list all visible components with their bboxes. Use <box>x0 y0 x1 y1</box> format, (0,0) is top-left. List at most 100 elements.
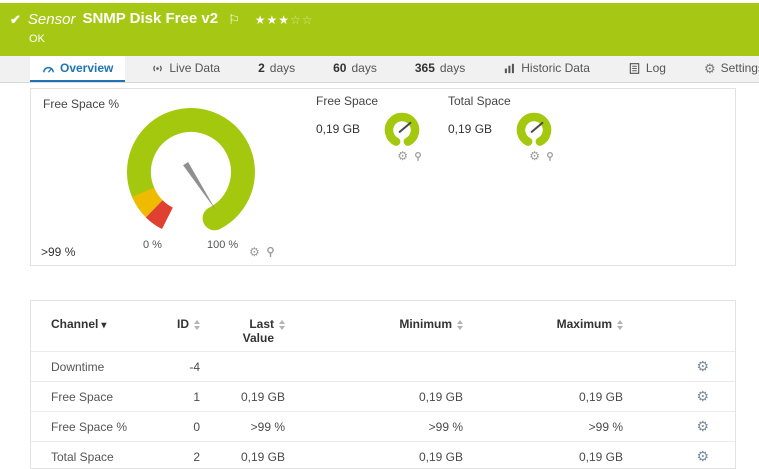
free-space-percent-gauge <box>127 108 255 231</box>
log-icon <box>629 62 640 74</box>
tab-label: Live Data <box>169 61 221 75</box>
maximum-cell: 0,19 GB <box>471 441 631 469</box>
sensor-header: ✔ Sensor SNMP Disk Free v2 ⚐ ★★★☆☆ OK <box>0 3 759 56</box>
channel-id-cell: 0 <box>161 411 208 442</box>
header-label: Minimum <box>399 317 452 331</box>
sort-icon <box>457 320 463 330</box>
tab-overview[interactable]: Overview <box>30 56 126 82</box>
settings-gear-icon: ⚙ <box>703 60 716 76</box>
last-value-cell: >99 % <box>208 411 293 442</box>
channel-id-cell: 2 <box>161 441 208 469</box>
minimum-cell <box>293 351 471 382</box>
column-header-channel[interactable]: Channel ▾ <box>31 301 161 352</box>
tab-settings[interactable]: ⚙ Settings <box>692 56 759 82</box>
sensor-status: OK <box>29 33 45 45</box>
status-ok-check-icon: ✔ <box>10 12 21 27</box>
gauge-needle <box>183 162 217 211</box>
pin-icon[interactable] <box>266 246 275 258</box>
sensor-title-row: ✔ Sensor SNMP Disk Free v2 ⚐ ★★★☆☆ <box>10 11 749 28</box>
prtg-sensor-page: ✔ Sensor SNMP Disk Free v2 ⚐ ★★★☆☆ OK Ov… <box>0 0 759 469</box>
maximum-cell: >99 % <box>471 411 631 442</box>
table-row[interactable]: Free Space 1 0,19 GB 0,19 GB 0,19 GB ⚙ <box>31 381 735 412</box>
priority-star-rating[interactable]: ★★★☆☆ <box>255 14 314 26</box>
overview-gauges-panel: Free Space % 0 % 100 % >99 % ⚙ Free Spac… <box>30 88 736 266</box>
tab-label: days <box>269 61 296 75</box>
total-space-value: 0,19 GB <box>448 122 493 136</box>
overview-gauge-icon <box>43 66 54 73</box>
channel-settings-gear-icon[interactable]: ⚙ <box>696 448 709 464</box>
tab-2-days[interactable]: 2 days <box>246 56 307 82</box>
gear-icon[interactable]: ⚙ <box>249 246 260 258</box>
live-data-icon <box>153 64 163 72</box>
channel-id-cell: 1 <box>161 381 208 412</box>
table-row[interactable]: Free Space % 0 >99 % >99 % >99 % ⚙ <box>31 411 735 442</box>
header-label: Last Value <box>242 317 274 345</box>
last-value-cell: 0,19 GB <box>208 381 293 412</box>
channel-settings-gear-icon[interactable]: ⚙ <box>696 388 709 404</box>
tab-label: Settings <box>720 61 759 75</box>
sort-icon <box>279 320 285 330</box>
channels-table: Channel▾ ID Last Value Minimum Maximum <box>31 301 735 469</box>
primary-gauge-controls: ⚙ <box>249 246 275 258</box>
total-space-gauge <box>516 112 552 146</box>
free-space-gauge <box>384 112 420 146</box>
tab-live-data[interactable]: Live Data <box>139 56 232 82</box>
flag-icon[interactable]: ⚐ <box>228 13 240 26</box>
gear-icon[interactable]: ⚙ <box>529 150 540 162</box>
total-space-gauge-controls: ⚙ <box>529 150 554 162</box>
free-space-gauge-controls: ⚙ <box>397 150 422 162</box>
tab-label: Log <box>645 61 666 75</box>
dropdown-caret-icon: ▾ <box>101 320 107 331</box>
pin-icon[interactable] <box>414 151 422 162</box>
sensor-title: SNMP Disk Free v2 <box>82 10 219 28</box>
channel-id-cell: -4 <box>161 351 208 382</box>
free-space-value: 0,19 GB <box>316 122 361 136</box>
tab-365-days[interactable]: 365 days <box>403 56 477 82</box>
gauge-scale-max: 100 % <box>207 239 239 251</box>
tab-number: 60 <box>333 61 347 75</box>
tab-60-days[interactable]: 60 days <box>321 56 389 82</box>
tab-historic-data[interactable]: Historic Data <box>491 56 602 82</box>
historic-data-chart-icon <box>505 63 515 73</box>
channel-name-cell: Free Space % <box>31 411 161 442</box>
column-header-actions <box>631 301 735 352</box>
tab-number: 365 <box>414 61 435 75</box>
gauge-needle <box>398 121 412 133</box>
maximum-cell: 0,19 GB <box>471 381 631 412</box>
channel-name-cell: Downtime <box>31 351 161 382</box>
table-row[interactable]: Downtime -4 ⚙ <box>31 351 735 382</box>
maximum-cell <box>471 351 631 382</box>
tab-number: 2 <box>258 61 265 75</box>
total-space-gauge-block: Total Space 0,19 GB ⚙ <box>448 95 568 162</box>
header-label: Maximum <box>556 317 612 331</box>
minimum-cell: >99 % <box>293 411 471 442</box>
tab-log[interactable]: Log <box>616 56 678 82</box>
pin-icon[interactable] <box>546 151 554 162</box>
table-row[interactable]: Total Space 2 0,19 GB 0,19 GB 0,19 GB ⚙ <box>31 441 735 469</box>
minimum-cell: 0,19 GB <box>293 441 471 469</box>
stars-filled: ★★★ <box>254 12 290 27</box>
column-header-minimum[interactable]: Minimum <box>293 301 471 352</box>
channel-settings-gear-icon[interactable]: ⚙ <box>696 358 709 374</box>
sort-icon <box>617 320 623 330</box>
primary-gauge-value: >99 % <box>41 245 76 259</box>
total-space-label: Total Space <box>448 94 511 108</box>
last-value-cell: 0,19 GB <box>208 441 293 469</box>
stars-empty: ☆☆ <box>290 12 314 27</box>
tab-label: Historic Data <box>521 61 590 75</box>
table-header-row: Channel ▾ ID Last Value Minimum Maximum <box>31 301 735 352</box>
header-label: Channel <box>51 317 99 331</box>
tab-bar: Overview Live Data 2 days 60 days 365 da… <box>0 56 759 83</box>
gauge-scale-min: 0 % <box>143 239 162 251</box>
channel-settings-gear-icon[interactable]: ⚙ <box>696 418 709 434</box>
header-label: ID <box>177 317 189 331</box>
column-header-last-value[interactable]: Last Value <box>208 301 293 352</box>
last-value-cell <box>208 351 293 382</box>
minimum-cell: 0,19 GB <box>293 381 471 412</box>
gear-icon[interactable]: ⚙ <box>397 150 408 162</box>
column-header-maximum[interactable]: Maximum <box>471 301 631 352</box>
sort-icon <box>194 320 200 330</box>
channels-table-panel: Channel▾ ID Last Value Minimum Maximum <box>30 300 736 469</box>
column-header-id[interactable]: ID <box>161 301 208 352</box>
sensor-kicker: Sensor <box>27 11 76 28</box>
